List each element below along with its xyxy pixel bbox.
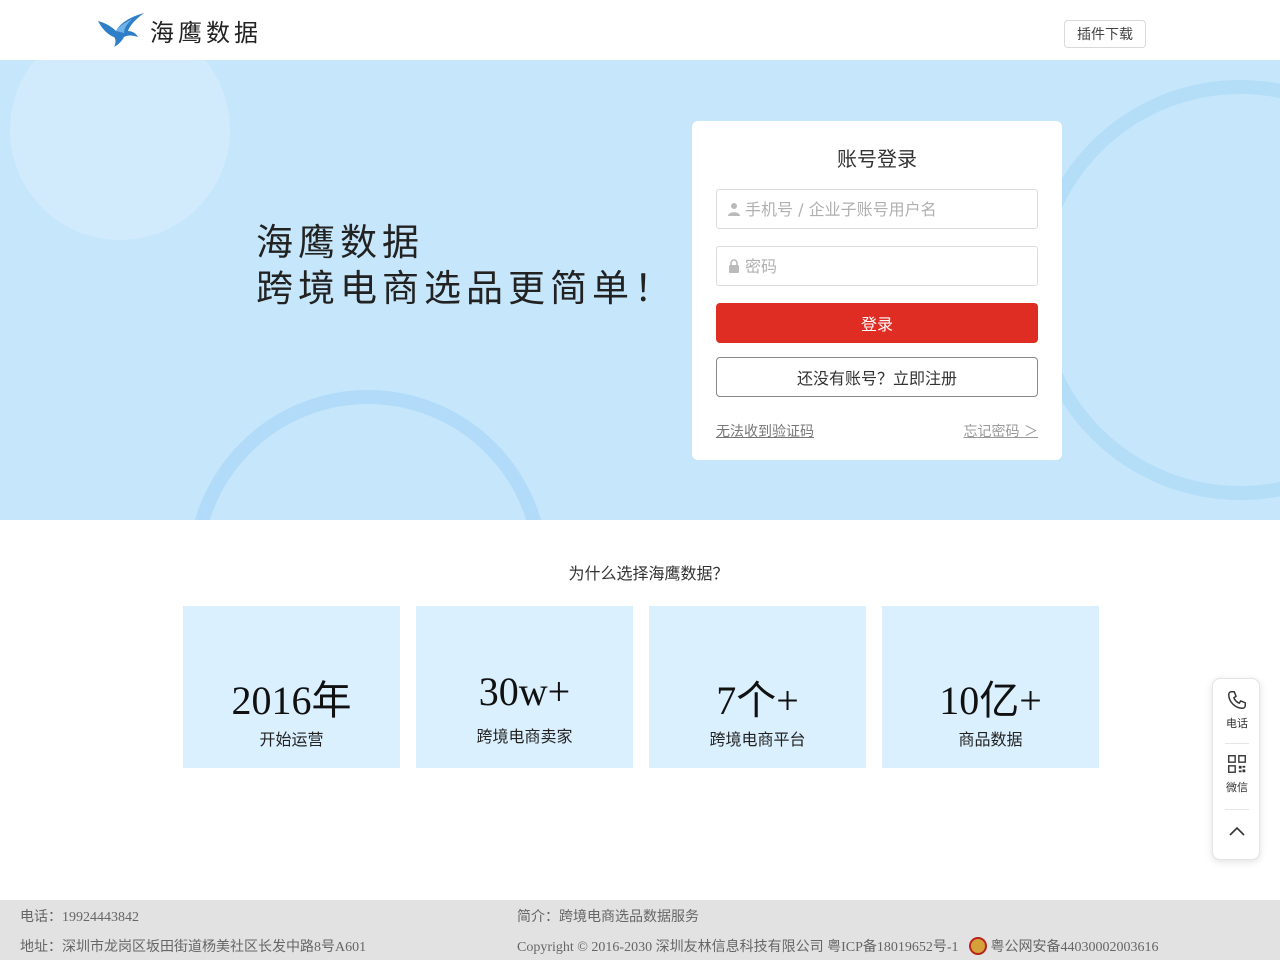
side-divider: [1225, 743, 1249, 744]
stat-number: 7个+: [716, 678, 799, 723]
back-to-top-button[interactable]: [1213, 825, 1261, 837]
police-badge-icon: [968, 937, 987, 955]
top-header: 海鹰数据 插件下载: [0, 0, 1280, 60]
footer-intro: 简介：跨境电商选品数据服务: [517, 910, 699, 925]
side-phone-label: 电话: [1226, 717, 1248, 730]
eagle-logo-icon: [98, 13, 144, 47]
register-button[interactable]: 还没有账号？立即注册: [716, 357, 1038, 397]
stat-card: 7个+ 跨境电商平台: [649, 606, 866, 768]
slogan-line2: 跨境电商选品更简单！: [256, 267, 676, 310]
no-code-link[interactable]: 无法收到验证码: [716, 421, 814, 441]
qrcode-icon: [1228, 755, 1246, 773]
side-phone-button[interactable]: 电话: [1213, 689, 1261, 731]
decor-ring: [188, 390, 548, 520]
why-title: 为什么选择海鹰数据？: [568, 564, 729, 583]
login-card: 账号登录 登录 还没有账号？立即注册 无法收到验证码 忘记密码 ＞: [692, 121, 1062, 460]
stat-label: 商品数据: [958, 730, 1023, 749]
hero-banner: 海鹰数据 跨境电商选品更简单！ 账号登录 登录 还没有账号？立即注册 无法收到验…: [0, 60, 1280, 520]
footer-copyright[interactable]: Copyright © 2016-2030 深圳友林信息科技有限公司 粤ICP备…: [517, 936, 959, 956]
username-field[interactable]: [716, 189, 1038, 229]
slogan-line1: 海鹰数据: [256, 221, 424, 264]
footer-phone: 电话：19924443842: [20, 910, 139, 925]
plugin-download-button[interactable]: 插件下载: [1064, 20, 1146, 48]
password-field[interactable]: [716, 246, 1038, 286]
password-input[interactable]: [745, 248, 1037, 284]
footer-address: 地址：深圳市龙岗区坂田街道杨美社区长发中路8号A601: [20, 940, 367, 955]
login-button[interactable]: 登录: [716, 303, 1038, 343]
side-divider: [1225, 809, 1249, 810]
stat-card: 30w+ 跨境电商卖家: [416, 606, 633, 768]
side-wechat-label: 微信: [1226, 781, 1248, 794]
decor-circle: [10, 60, 230, 240]
stat-number: 10亿+: [939, 678, 1042, 723]
stat-card: 2016年 开始运营: [183, 606, 400, 768]
forgot-password-link[interactable]: 忘记密码 ＞: [964, 421, 1038, 441]
logo-text: 海鹰数据: [150, 18, 262, 47]
stat-label: 跨境电商卖家: [476, 727, 573, 746]
side-wechat-button[interactable]: 微信: [1213, 753, 1261, 795]
stat-number: 2016年: [231, 678, 352, 723]
login-title: 账号登录: [837, 147, 917, 171]
lock-icon: [717, 259, 745, 273]
decor-ring: [1030, 80, 1280, 500]
stat-label: 跨境电商平台: [709, 730, 806, 749]
footer-legal: Copyright © 2016-2030 深圳友林信息科技有限公司 粤ICP备…: [517, 936, 1159, 956]
stat-number: 30w+: [478, 669, 571, 714]
stat-label: 开始运营: [259, 730, 324, 749]
username-input[interactable]: [745, 191, 1037, 227]
phone-icon: [1228, 691, 1246, 709]
hero-slogan: 海鹰数据 跨境电商选品更简单！: [256, 220, 676, 312]
footer-police-record[interactable]: 粤公网安备44030002003616: [991, 936, 1159, 956]
side-toolbar: 电话 微信: [1212, 678, 1260, 860]
user-icon: [717, 202, 745, 216]
logo[interactable]: 海鹰数据: [96, 12, 262, 48]
footer: 电话：19924443842 地址：深圳市龙岗区坂田街道杨美社区长发中路8号A6…: [0, 900, 1280, 960]
stat-card: 10亿+ 商品数据: [882, 606, 1099, 768]
chevron-up-icon: [1229, 826, 1245, 836]
